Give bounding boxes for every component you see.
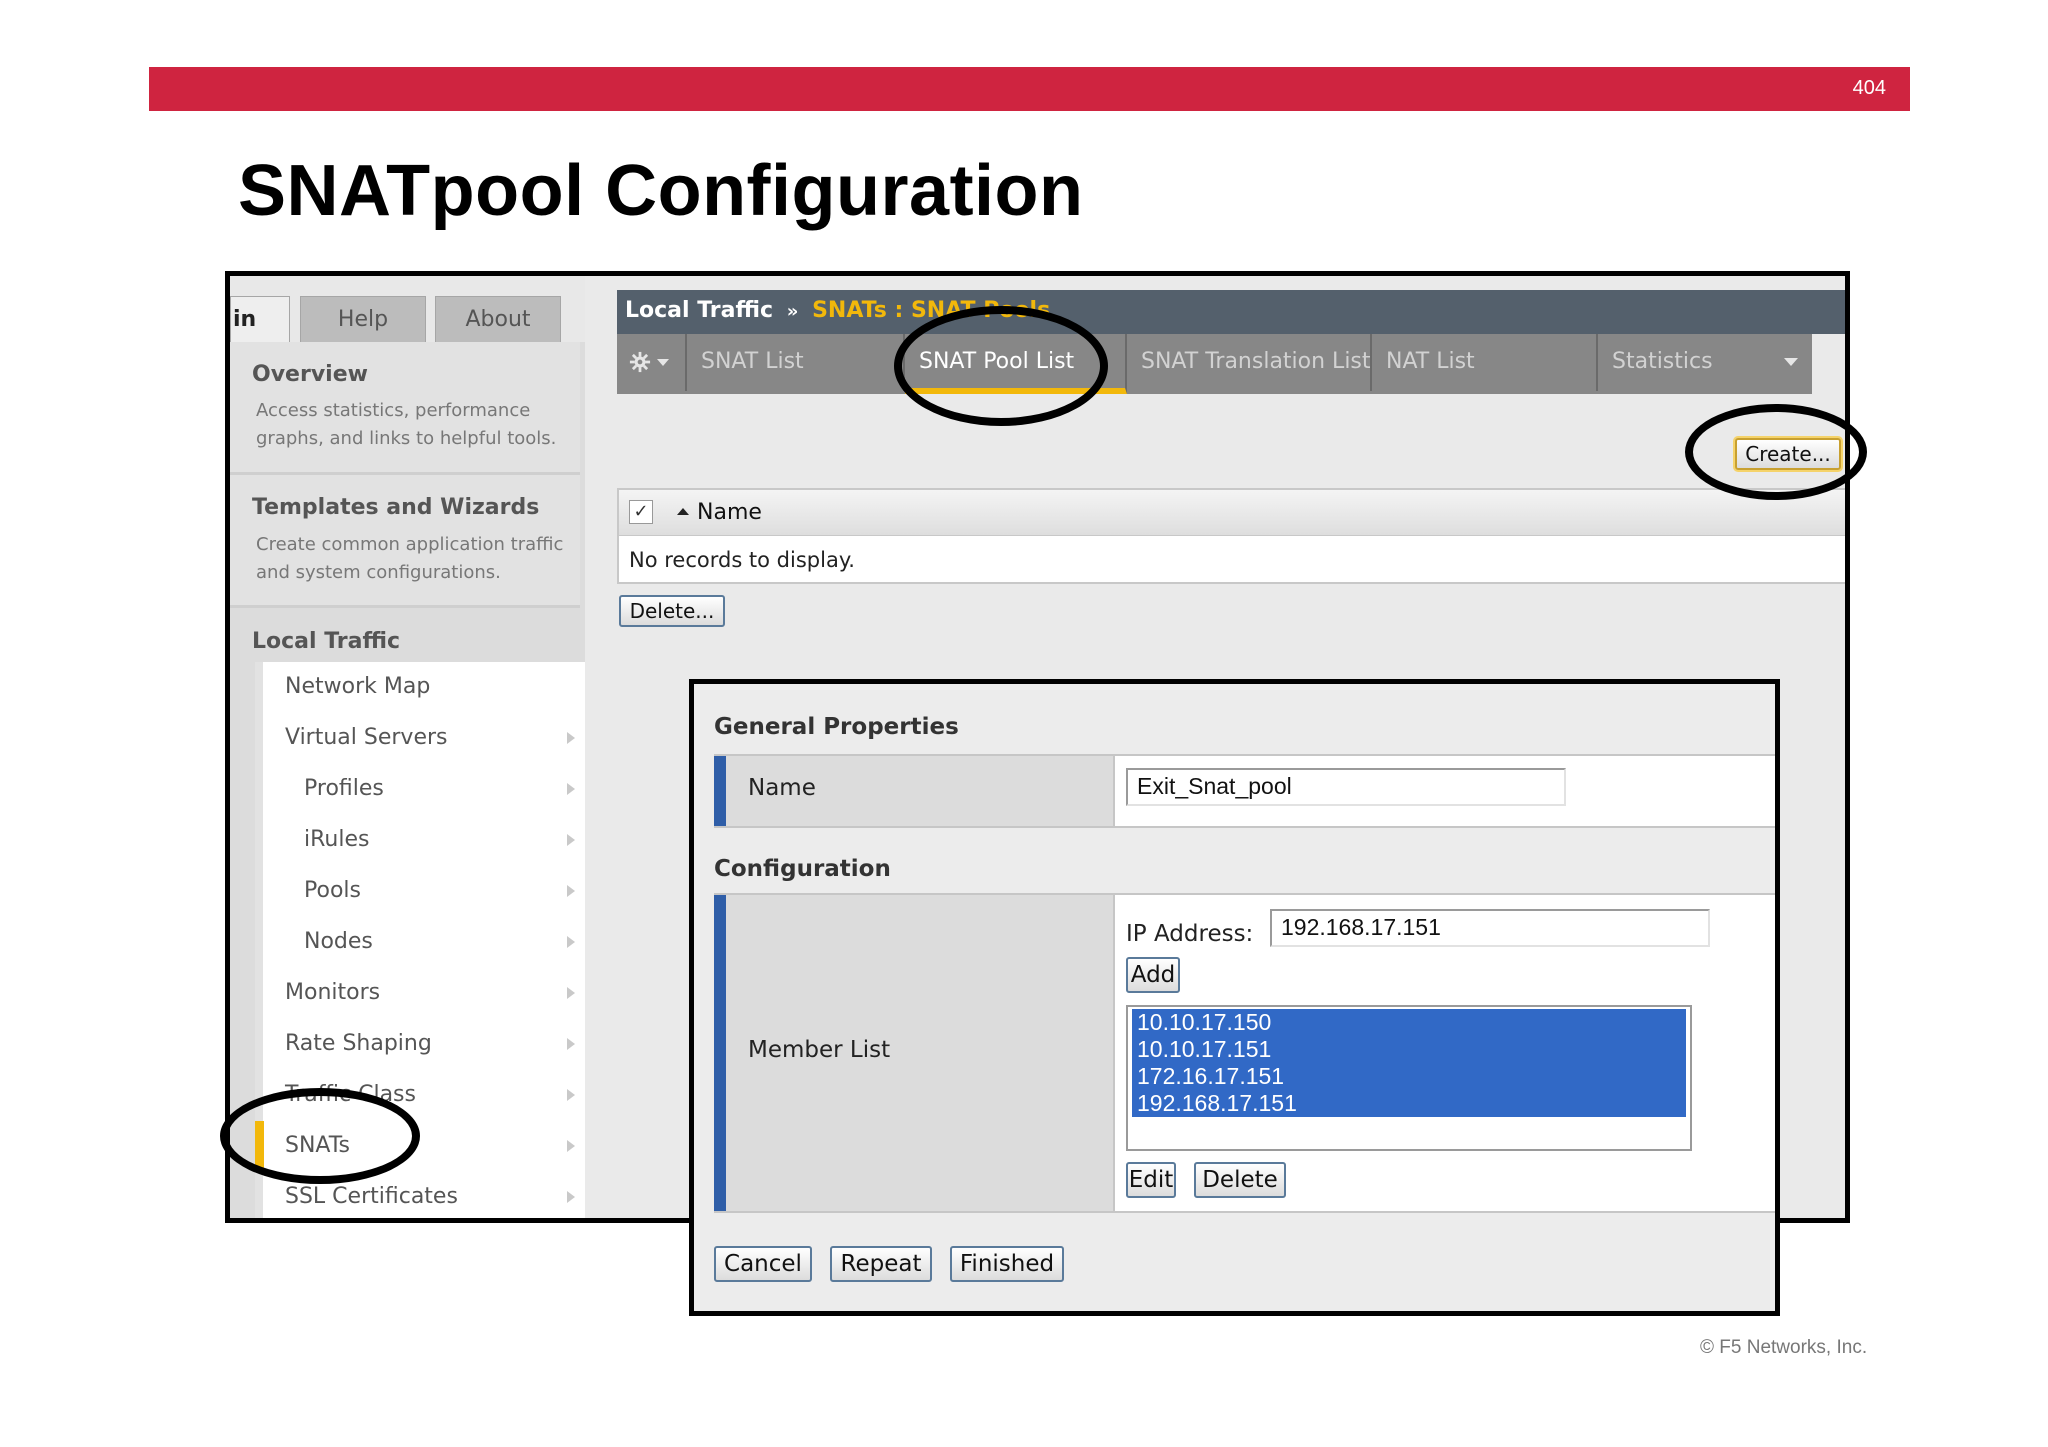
cancel-button[interactable]: Cancel	[714, 1246, 812, 1282]
repeat-button[interactable]: Repeat	[830, 1246, 932, 1282]
general-properties-heading: General Properties	[714, 714, 959, 740]
breadcrumb-current: SNATs : SNAT Pools	[812, 298, 1051, 323]
tab-help[interactable]: Help	[300, 296, 426, 343]
sidebar-item-label: Network Map	[285, 674, 431, 699]
tab-nat-list[interactable]: NAT List	[1372, 334, 1598, 391]
sidebar-item-rate-shaping[interactable]: Rate Shaping	[263, 1019, 585, 1071]
templates-title[interactable]: Templates and Wizards	[252, 495, 539, 520]
sidebar-item-pools[interactable]: Pools	[263, 866, 585, 918]
chevron-right-icon	[567, 1140, 575, 1152]
sidebar-item-traffic-class[interactable]: Traffic Class	[263, 1070, 585, 1122]
member-item[interactable]: 172.16.17.151	[1132, 1063, 1686, 1090]
tab-main[interactable]: in	[230, 296, 290, 343]
slide-title: SNATpool Configuration	[238, 151, 1084, 231]
create-button[interactable]: Create...	[1735, 438, 1841, 470]
add-button[interactable]: Add	[1126, 957, 1180, 993]
ip-address-input[interactable]: 192.168.17.151	[1270, 909, 1710, 947]
chevron-right-icon	[567, 987, 575, 999]
member-item[interactable]: 10.10.17.151	[1132, 1036, 1686, 1063]
delete-button[interactable]: Delete...	[619, 595, 725, 627]
chevron-right-icon	[567, 1089, 575, 1101]
sidebar-item-label: SNATs	[285, 1133, 351, 1158]
sidebar-item-ssl-certificates[interactable]: SSL Certificates	[263, 1172, 585, 1218]
copyright: © F5 Networks, Inc.	[1700, 1337, 1868, 1358]
tab-snat-list[interactable]: SNAT List	[687, 334, 905, 391]
sidebar-section-overview[interactable]: Overview Access statistics, performance …	[230, 342, 580, 475]
breadcrumb-separator: »	[786, 301, 799, 322]
sidebar: Overview Access statistics, performance …	[230, 342, 585, 1218]
sidebar-item-label: Rate Shaping	[285, 1031, 432, 1056]
breadcrumb: Local Traffic » SNATs : SNAT Pools	[617, 290, 1845, 334]
chevron-right-icon	[567, 885, 575, 897]
sidebar-section-templates[interactable]: Templates and Wizards Create common appl…	[230, 475, 580, 608]
sidebar-item-label: Profiles	[304, 776, 384, 801]
member-listbox[interactable]: 10.10.17.150 10.10.17.151 172.16.17.151 …	[1126, 1005, 1692, 1151]
name-label-cell: Name	[714, 756, 1115, 826]
configuration-heading: Configuration	[714, 856, 891, 882]
sidebar-item-profiles[interactable]: Profiles	[263, 764, 585, 816]
breadcrumb-section[interactable]: Local Traffic	[625, 298, 773, 323]
snat-pool-table: ✓ Name No records to display.	[617, 488, 1845, 584]
ip-address-label: IP Address:	[1126, 921, 1254, 947]
caret-down-icon	[1784, 358, 1798, 366]
sidebar-item-label: SSL Certificates	[285, 1184, 458, 1209]
overview-title[interactable]: Overview	[252, 362, 368, 387]
tab-statistics[interactable]: Statistics	[1598, 334, 1812, 391]
name-input[interactable]: Exit_Snat_pool	[1126, 768, 1566, 806]
member-list-label: Member List	[748, 1037, 891, 1063]
chevron-right-icon	[567, 732, 575, 744]
sidebar-item-network-map[interactable]: Network Map	[263, 662, 585, 714]
tab-statistics-label: Statistics	[1612, 349, 1713, 374]
tab-snat-translation-list[interactable]: SNAT Translation List	[1127, 334, 1372, 391]
name-label: Name	[748, 775, 816, 801]
sidebar-item-label: Virtual Servers	[285, 725, 448, 750]
chevron-right-icon	[567, 1191, 575, 1203]
sidebar-item-label: Monitors	[285, 980, 381, 1005]
table-header: ✓ Name	[619, 490, 1845, 536]
name-row: Name Exit_Snat_pool	[714, 754, 1775, 828]
empty-message: No records to display.	[629, 548, 855, 572]
snat-pool-form: General Properties Name Exit_Snat_pool C…	[689, 679, 1780, 1316]
chevron-right-icon	[567, 1038, 575, 1050]
sidebar-item-label: Nodes	[304, 929, 373, 954]
main-tabs: in Help About	[230, 276, 585, 343]
sub-tabs: SNAT List SNAT Pool List SNAT Translatio…	[617, 334, 1812, 394]
overview-description: Access statistics, performance graphs, a…	[256, 400, 557, 449]
tab-snat-pool-list[interactable]: SNAT Pool List	[905, 334, 1127, 394]
member-item[interactable]: 192.168.17.151	[1132, 1090, 1686, 1117]
sidebar-item-label: iRules	[304, 827, 370, 852]
sidebar-item-monitors[interactable]: Monitors	[263, 968, 585, 1020]
finished-button[interactable]: Finished	[950, 1246, 1064, 1282]
sidebar-item-snats[interactable]: SNATs	[255, 1121, 585, 1173]
sidebar-item-nodes[interactable]: Nodes	[263, 917, 585, 969]
slide-number: 404	[1852, 77, 1886, 99]
tab-gear-menu[interactable]	[617, 334, 687, 391]
tab-about[interactable]: About	[435, 296, 561, 343]
gear-icon	[629, 351, 651, 373]
sidebar-item-virtual-servers[interactable]: Virtual Servers	[263, 713, 585, 765]
sort-ascending-icon	[677, 508, 689, 515]
select-all-checkbox[interactable]: ✓	[629, 500, 653, 524]
chevron-right-icon	[567, 834, 575, 846]
chevron-right-icon	[567, 783, 575, 795]
chevron-right-icon	[567, 936, 575, 948]
slide-banner: 404	[149, 67, 1910, 111]
sidebar-item-label: Traffic Class	[285, 1082, 416, 1107]
member-item[interactable]: 10.10.17.150	[1132, 1009, 1686, 1036]
member-list-label-cell: Member List	[714, 895, 1115, 1211]
member-list-row: Member List IP Address: 192.168.17.151 A…	[714, 893, 1775, 1213]
column-header-name[interactable]: Name	[697, 500, 762, 525]
templates-description: Create common application traffic and sy…	[256, 534, 564, 583]
local-traffic-heading[interactable]: Local Traffic	[252, 629, 400, 654]
local-traffic-nav: Network Map Virtual Servers Profiles iRu…	[255, 662, 585, 1218]
edit-button[interactable]: Edit	[1126, 1162, 1176, 1198]
delete-member-button[interactable]: Delete	[1194, 1162, 1286, 1198]
sidebar-item-irules[interactable]: iRules	[263, 815, 585, 867]
caret-down-icon	[657, 358, 669, 366]
sidebar-item-label: Pools	[304, 878, 361, 903]
